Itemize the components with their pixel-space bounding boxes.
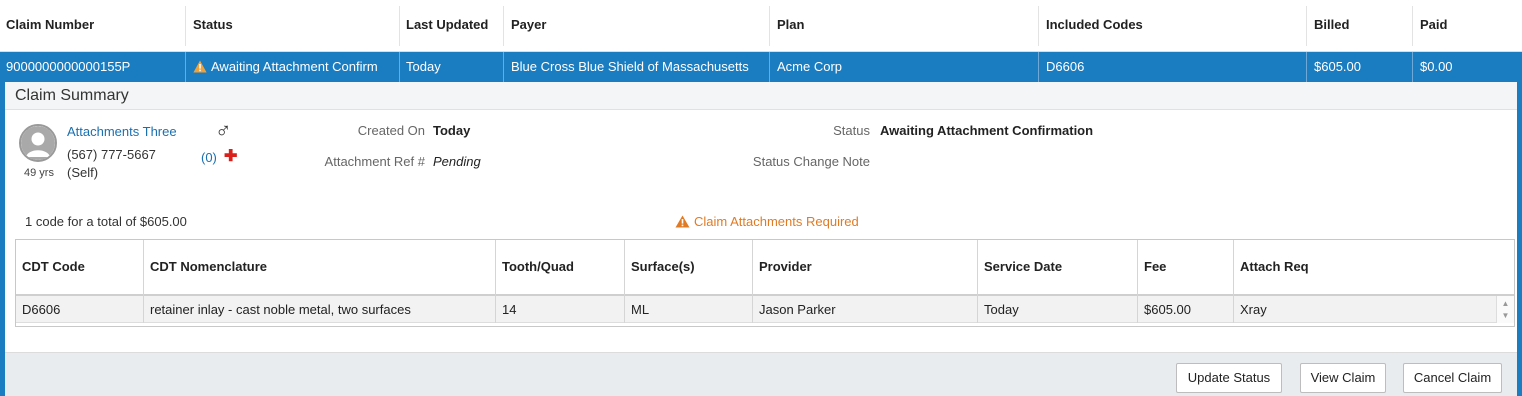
status-label: Status <box>833 123 870 138</box>
created-on-value: Today <box>433 123 471 138</box>
claim-status: Awaiting Attachment Confirm <box>187 52 397 82</box>
status-change-note-label: Status Change Note <box>752 154 870 169</box>
patient-name-link[interactable]: Attachments Three <box>67 124 177 139</box>
col-status[interactable]: Status <box>187 0 233 52</box>
column-divider <box>1306 52 1307 82</box>
codes-total: 1 code for a total of $605.00 <box>25 214 187 229</box>
attachment-ref-label: Attachment Ref # <box>324 154 425 169</box>
cell-provider: Jason Parker <box>759 302 836 317</box>
col-service-date[interactable]: Service Date <box>978 240 1062 294</box>
cell-cdt-nomenclature: retainer inlay - cast noble metal, two s… <box>150 302 411 317</box>
warning-icon <box>193 54 207 82</box>
column-divider <box>185 52 186 82</box>
claims-table-header: Claim Number Status Last Updated Payer P… <box>0 0 1522 52</box>
col-included-codes[interactable]: Included Codes <box>1040 0 1143 52</box>
attachment-ref-value: Pending <box>433 154 481 169</box>
col-cdt-code[interactable]: CDT Code <box>16 240 85 294</box>
cell-tooth-quad: 14 <box>502 302 517 317</box>
column-divider <box>503 52 504 82</box>
panel-footer: Update Status View Claim Cancel Claim <box>5 352 1517 396</box>
cell-attach-req[interactable]: Xray <box>1234 296 1267 323</box>
status-value: Awaiting Attachment Confirmation <box>880 123 1094 138</box>
cancel-claim-button[interactable]: Cancel Claim <box>1403 363 1502 393</box>
cell-service-date: Today <box>984 302 1019 317</box>
claim-number: 9000000000000155P <box>6 59 131 74</box>
column-divider <box>185 6 186 46</box>
col-surfaces[interactable]: Surface(s) <box>625 240 695 294</box>
col-cdt-nomenclature[interactable]: CDT Nomenclature <box>144 240 267 294</box>
claim-row-selected[interactable]: 9000000000000155P Awaiting Attachment Co… <box>0 52 1522 82</box>
col-fee[interactable]: Fee <box>1138 240 1166 294</box>
view-claim-button[interactable]: View Claim <box>1300 363 1386 393</box>
col-attach-req[interactable]: Attach Req <box>1234 240 1309 294</box>
claim-plan: Acme Corp <box>777 59 843 74</box>
attachments-warning-text: Claim Attachments Required <box>694 214 859 229</box>
table-scrollbar[interactable]: ▲ ▼ <box>1496 296 1514 323</box>
claim-last-updated: Today <box>406 59 441 74</box>
col-tooth-quad[interactable]: Tooth/Quad <box>496 240 574 294</box>
patient-relationship: (Self) <box>67 165 99 180</box>
column-divider <box>769 6 770 46</box>
col-paid[interactable]: Paid <box>1414 0 1447 52</box>
col-plan[interactable]: Plan <box>771 0 804 52</box>
column-divider <box>1412 52 1413 82</box>
column-divider <box>1412 6 1413 46</box>
update-status-button[interactable]: Update Status <box>1176 363 1282 393</box>
claim-paid: $0.00 <box>1420 59 1453 74</box>
plus-icon[interactable]: ✚ <box>224 146 237 166</box>
created-on-label: Created On <box>357 123 425 138</box>
panel-title: Claim Summary <box>5 82 1517 110</box>
codes-table: CDT Code CDT Nomenclature Tooth/Quad Sur… <box>15 239 1515 327</box>
column-divider <box>1306 6 1307 46</box>
claim-status-text: Awaiting Attachment Confirm <box>211 59 378 74</box>
col-provider[interactable]: Provider <box>753 240 812 294</box>
col-payer[interactable]: Payer <box>505 0 546 52</box>
claim-payer: Blue Cross Blue Shield of Massachusetts <box>511 59 749 74</box>
cell-cdt-code: D6606 <box>22 302 61 317</box>
column-divider <box>769 52 770 82</box>
claim-summary-panel: Claim Summary 49 yrs Attachments Three (… <box>0 82 1522 396</box>
column-divider <box>1038 6 1039 46</box>
patient-age: 49 yrs <box>24 167 54 179</box>
warning-icon <box>675 215 690 231</box>
column-divider <box>503 6 504 46</box>
col-claim-number[interactable]: Claim Number <box>0 0 94 52</box>
claim-billed: $605.00 <box>1314 59 1361 74</box>
col-last-updated[interactable]: Last Updated <box>400 0 488 52</box>
cell-fee: $605.00 <box>1144 302 1191 317</box>
claim-included-codes: D6606 <box>1046 59 1085 74</box>
attachments-count-link[interactable]: (0) <box>201 150 217 165</box>
attachments-warning: Claim Attachments Required <box>675 214 859 231</box>
column-divider <box>1038 52 1039 82</box>
avatar <box>19 124 57 162</box>
col-billed[interactable]: Billed <box>1308 0 1349 52</box>
male-icon: ♂ <box>215 118 232 143</box>
cell-surfaces: ML <box>631 302 650 317</box>
patient-phone: (567) 777-5667 <box>67 147 156 162</box>
